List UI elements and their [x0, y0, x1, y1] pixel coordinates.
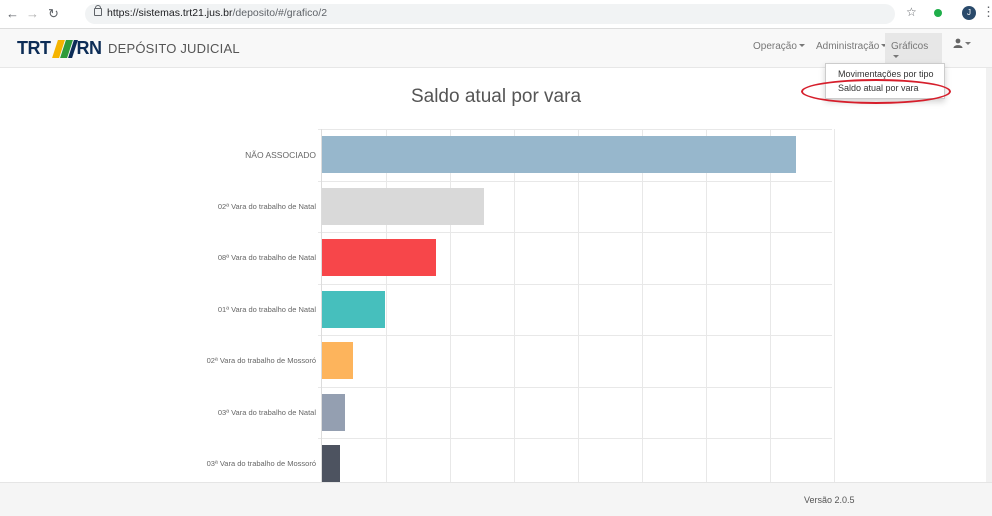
- chart-bar[interactable]: [322, 445, 340, 482]
- caret-down-icon: [893, 55, 899, 58]
- page-scrollbar[interactable]: [986, 68, 992, 482]
- grid-line-horizontal: [318, 386, 832, 388]
- menu-administracao-label: Administração: [816, 41, 880, 52]
- grid-line-vertical: [578, 129, 579, 482]
- grid-line-horizontal: [318, 335, 832, 336]
- reload-icon[interactable]: ↻: [48, 5, 59, 23]
- grid-line-vertical: [450, 129, 451, 482]
- app-brand-title[interactable]: DEPÓSITO JUDICIAL: [108, 41, 240, 56]
- chart-bar[interactable]: [322, 290, 385, 328]
- chart-bar[interactable]: [322, 239, 436, 276]
- address-bar[interactable]: https://sistemas.trt21.jus.br/deposito/#…: [85, 4, 895, 24]
- category-label: 01ª Vara do trabalho de Natal: [217, 304, 316, 314]
- highlight-ellipse: [801, 79, 951, 104]
- grid-line-vertical: [386, 129, 387, 482]
- grid-line-vertical: [834, 129, 835, 482]
- extension-icon[interactable]: [934, 9, 942, 17]
- user-icon: [953, 38, 963, 48]
- chart-bar[interactable]: [322, 187, 484, 225]
- lock-icon: [94, 5, 102, 16]
- url-text: https://sistemas.trt21.jus.br/deposito/#…: [107, 7, 328, 19]
- menu-graficos-label: Gráficos: [891, 41, 929, 52]
- grid-line-horizontal: [318, 283, 832, 285]
- grid-line-horizontal: [318, 129, 832, 130]
- logo-mark-icon: [51, 40, 78, 58]
- forward-icon[interactable]: →: [26, 5, 39, 23]
- caret-down-icon: [965, 42, 971, 45]
- category-label: 03ª Vara do trabalho de Natal: [217, 407, 316, 417]
- caret-down-icon: [798, 44, 805, 47]
- category-label: NÃO ASSOCIADO: [245, 150, 316, 160]
- logo-text-right: RN: [76, 38, 103, 58]
- grid-line-vertical: [642, 129, 643, 482]
- trt-rn-logo[interactable]: TRT RN: [17, 38, 102, 59]
- grid-line-horizontal: [318, 232, 832, 233]
- menu-administracao[interactable]: Administração: [816, 41, 888, 52]
- back-icon[interactable]: ←: [6, 5, 19, 23]
- chart-bar[interactable]: [322, 136, 796, 173]
- browser-menu-icon[interactable]: ⋮: [982, 4, 992, 20]
- chart-bar[interactable]: [322, 342, 353, 379]
- category-label: 03ª Vara do trabalho de Mossoró: [206, 459, 316, 468]
- category-label: 02ª Vara do trabalho de Mossoró: [206, 356, 316, 365]
- grid-line-horizontal: [318, 180, 832, 182]
- grid-line-vertical: [770, 129, 771, 482]
- user-menu[interactable]: [953, 38, 971, 50]
- page-footer: Versão 2.0.5: [0, 482, 992, 516]
- bookmark-star-icon[interactable]: ☆: [906, 5, 917, 19]
- category-label: 02ª Vara do trabalho de Natal: [217, 201, 316, 211]
- grid-line-horizontal: [318, 438, 832, 439]
- category-label: 08ª Vara do trabalho de Natal: [217, 253, 316, 262]
- menu-operacao-label: Operação: [753, 41, 797, 52]
- profile-avatar[interactable]: J: [962, 6, 976, 20]
- logo-text-left: TRT: [17, 38, 51, 58]
- version-label: Versão 2.0.5: [804, 495, 855, 505]
- chart-bar[interactable]: [322, 393, 345, 431]
- browser-toolbar: ← → ↻ https://sistemas.trt21.jus.br/depo…: [0, 0, 992, 29]
- grid-line-vertical: [706, 129, 707, 482]
- menu-operacao[interactable]: Operação: [753, 41, 805, 52]
- grid-line-vertical: [514, 129, 515, 482]
